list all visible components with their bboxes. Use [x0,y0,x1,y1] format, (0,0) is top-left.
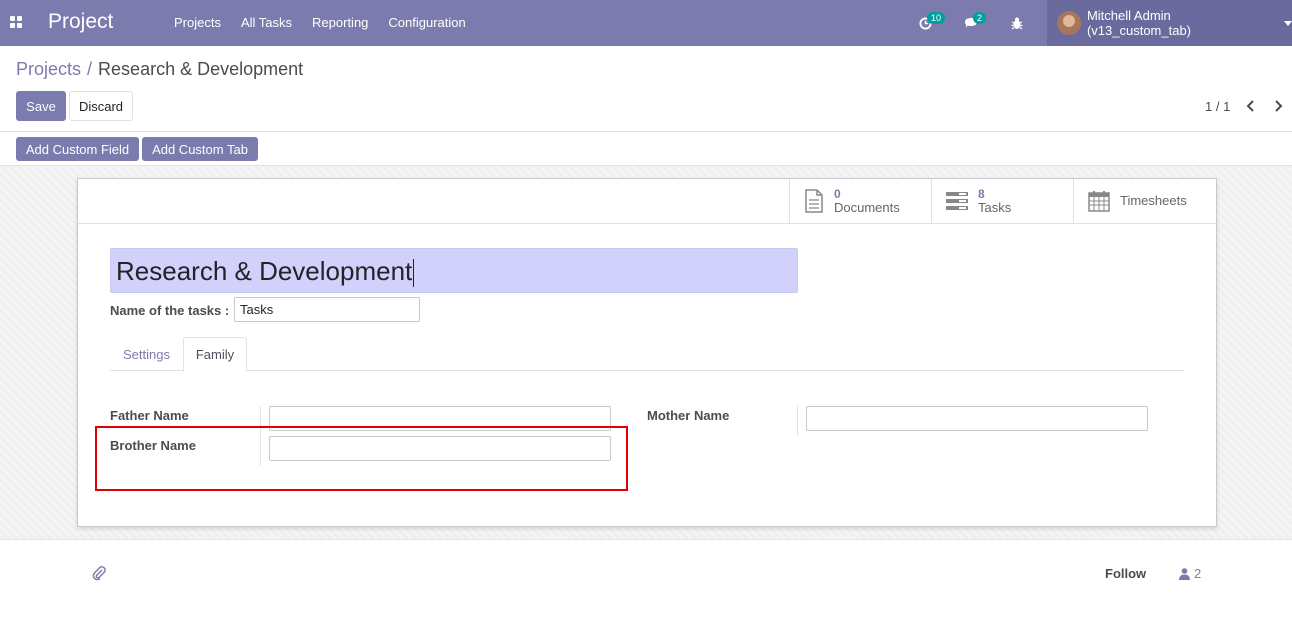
document-icon [805,189,823,213]
documents-label: Documents [834,200,900,215]
menu-item-all-tasks[interactable]: All Tasks [241,15,292,30]
tab-family[interactable]: Family [183,337,247,372]
breadcrumb-separator: / [87,59,93,79]
project-name-input[interactable]: Research & Development [110,248,798,293]
breadcrumb: Projects / Research & Development [16,59,303,80]
user-name: Mitchell Admin (v13_custom_tab) [1086,8,1192,38]
mother-name-label: Mother Name [647,408,730,423]
highlight-box [95,426,628,491]
add-custom-field-button[interactable]: Add Custom Field [16,137,139,161]
tasks-stat: 8 Tasks [978,187,1011,215]
stat-button-box: 0 Documents 8 Tasks Timesheets [789,179,1215,223]
apps-menu-icon[interactable] [10,16,22,28]
followers-count: 2 [1194,566,1202,581]
divider [0,131,1292,132]
project-name-value: Research & Development [116,256,413,286]
notebook-tabs: Settings Family [110,337,1184,372]
bug-icon [1011,17,1023,29]
messaging-menu[interactable]: 2 [955,0,987,46]
divider [78,223,1216,224]
tasks-count: 8 [978,187,985,201]
user-menu[interactable]: Mitchell Admin (v13_custom_tab) [1047,0,1292,46]
app-brand[interactable]: Project [48,10,113,34]
father-name-label: Father Name [110,408,189,423]
avatar [1057,11,1081,35]
field-separator [797,406,798,436]
documents-stat-button[interactable]: 0 Documents [789,179,931,223]
follow-button[interactable]: Follow [1105,566,1146,581]
activity-badge: 10 [927,12,946,24]
tasks-name-label: Name of the tasks : [110,303,230,318]
breadcrumb-projects[interactable]: Projects [16,59,81,79]
discard-button[interactable]: Discard [69,91,133,121]
tasks-stat-button[interactable]: 8 Tasks [931,179,1073,223]
documents-count: 0 [834,187,841,201]
user-icon [1179,567,1190,580]
chevron-left-icon[interactable] [1243,97,1259,115]
followers-button[interactable]: 2 [1179,566,1201,581]
mother-name-input[interactable] [806,406,1148,431]
documents-stat: 0 Documents [834,187,900,215]
calendar-icon [1088,191,1110,212]
tasks-name-input[interactable]: Tasks [234,297,420,322]
text-cursor [413,259,415,288]
main-menu: Projects All Tasks Reporting Configurati… [174,15,486,30]
caret-down-icon [1284,20,1292,26]
debug-menu[interactable] [1001,0,1033,46]
tasks-label: Tasks [978,200,1012,215]
divider [0,539,1292,540]
messages-badge: 2 [973,12,987,24]
add-custom-tab-button[interactable]: Add Custom Tab [142,137,258,161]
paperclip-icon[interactable] [92,565,106,581]
menu-item-reporting[interactable]: Reporting [312,15,368,30]
menu-item-configuration[interactable]: Configuration [388,15,465,30]
chevron-right-icon[interactable] [1271,97,1287,115]
save-button[interactable]: Save [16,91,66,121]
systray: 10 2 Mitchell Admin (v13_custom_tab) [909,0,1292,46]
menu-item-projects[interactable]: Projects [174,15,221,30]
timesheets-label: Timesheets [1120,193,1187,208]
pager-value[interactable]: 1 / 1 [1205,99,1230,114]
activity-menu[interactable]: 10 [909,0,946,46]
top-navbar: Project Projects All Tasks Reporting Con… [0,0,1292,46]
breadcrumb-current: Research & Development [98,59,304,79]
tab-settings[interactable]: Settings [110,337,183,371]
tasks-icon [946,192,968,210]
timesheets-stat-button[interactable]: Timesheets [1073,179,1215,223]
